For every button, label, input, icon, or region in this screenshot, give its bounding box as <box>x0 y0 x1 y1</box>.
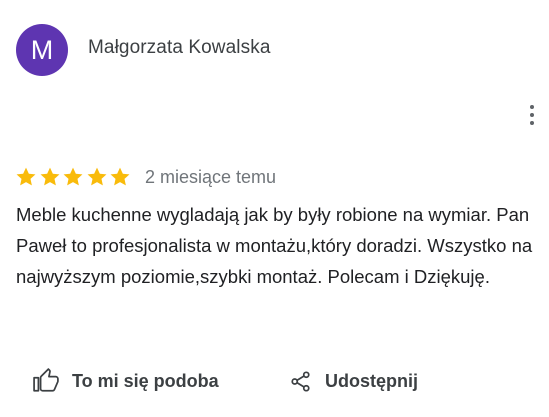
share-button[interactable]: Udostępnij <box>289 366 418 396</box>
more-options-button[interactable] <box>522 102 542 128</box>
star-icon <box>87 167 107 186</box>
star-icon <box>63 167 83 186</box>
review-text: Meble kuchenne wygladają jak by były rob… <box>16 204 533 287</box>
share-label: Udostępnij <box>325 370 418 391</box>
star-icon <box>110 167 130 186</box>
thumb-up-outline-icon <box>33 368 59 392</box>
avatar[interactable]: M <box>16 24 68 76</box>
rating-row: 2 miesiące temu <box>15 163 276 191</box>
share-icon <box>291 370 310 392</box>
star-icon <box>40 167 60 186</box>
author-name[interactable]: Małgorzata Kowalska <box>88 37 270 59</box>
like-label: To mi się podoba <box>72 370 219 391</box>
like-button[interactable]: To mi się podoba <box>33 366 219 396</box>
review-time: 2 miesiące temu <box>144 166 277 187</box>
star-rating <box>15 166 133 188</box>
avatar-initial: M <box>30 35 54 65</box>
star-icon <box>16 167 36 186</box>
